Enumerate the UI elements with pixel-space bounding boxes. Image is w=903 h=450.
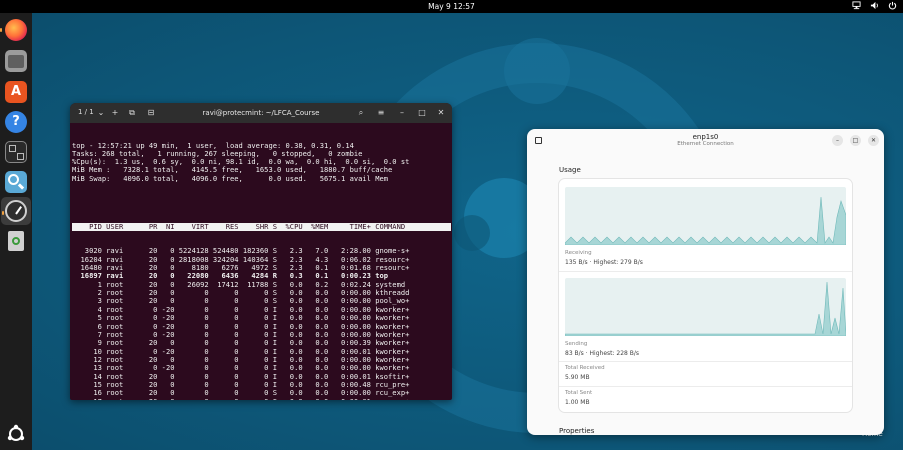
process-row: 15 root 20 0 0 0 0 I 0.0 0.0 0:00.48 rcu… <box>72 380 410 389</box>
process-row: 1 root 20 0 26092 17412 11788 S 0.0 0.2 … <box>72 280 406 289</box>
usage-card: Receiving 135 B/s · Highest: 279 B/s Sen… <box>559 179 852 412</box>
total-sent-label: Total Sent <box>565 390 593 396</box>
files-icon[interactable] <box>5 50 27 72</box>
process-row: 12 root 20 0 0 0 0 I 0.0 0.0 0:00.00 kwo… <box>72 355 410 364</box>
system-monitor-icon[interactable] <box>5 141 27 163</box>
dock: A ? <box>0 13 32 450</box>
process-row: 3 root 20 0 0 0 0 S 0.0 0.0 0:00.00 pool… <box>72 297 410 306</box>
network-title: enp1s0 <box>692 133 719 141</box>
help-icon[interactable]: ? <box>5 111 27 133</box>
sending-graph <box>564 278 847 337</box>
process-row: 16897 ravi 20 0 22080 6436 4284 R 0.3 0.… <box>72 272 389 281</box>
maximize-icon[interactable]: □ <box>850 135 861 146</box>
top-bar: May 9 12:57 <box>0 0 903 13</box>
total-received-value: 5.90 MB <box>565 374 590 381</box>
network-headerbar[interactable]: enp1s0 Ethernet Connection – □ ✕ <box>527 129 884 157</box>
top-summary: top - 12:57:21 up 49 min, 1 user, load a… <box>72 142 451 182</box>
sending-value: 83 B/s · Highest: 228 B/s <box>565 350 640 357</box>
close-icon[interactable]: ✕ <box>868 135 879 146</box>
process-row: 13 root 0 -20 0 0 0 I 0.0 0.0 0:00.00 kw… <box>72 364 410 373</box>
summary-line: MiB Mem : 7328.1 total, 4145.5 free, 165… <box>72 166 393 175</box>
process-row: 6 root 0 -20 0 0 0 I 0.0 0.0 0:00.00 kwo… <box>72 322 410 331</box>
maximize-icon[interactable]: □ <box>415 106 429 120</box>
app-center-icon[interactable]: A <box>5 81 27 103</box>
total-sent-value: 1.00 MB <box>565 399 590 406</box>
menu-icon[interactable]: ≡ <box>374 106 388 120</box>
process-row: 16204 ravi 20 0 2818008 324204 140364 S … <box>72 255 410 264</box>
network-window[interactable]: enp1s0 Ethernet Connection – □ ✕ Usage R… <box>527 129 884 435</box>
process-row: 4 root 0 -20 0 0 0 I 0.0 0.0 0:00.00 kwo… <box>72 305 410 314</box>
power-icon <box>888 1 897 10</box>
summary-line: %Cpu(s): 1.3 us, 0.6 sy, 0.0 ni, 98.1 id… <box>72 158 410 167</box>
process-row: 16 root 20 0 0 0 0 S 0.0 0.0 0:00.00 rcu… <box>72 389 410 398</box>
summary-line: MiB Swap: 4096.0 total, 4096.0 free, 0.0… <box>72 174 389 183</box>
terminal-headerbar[interactable]: 1 / 1 ⌄ + ⧉ ⊟ ravi@protecmint: ~/LFCA_Co… <box>70 103 452 123</box>
receiving-graph <box>564 187 847 246</box>
settings-icon[interactable] <box>2 200 27 222</box>
volume-icon <box>870 1 878 10</box>
summary-line: Tasks: 268 total, 1 running, 267 sleepin… <box>72 150 363 159</box>
receiving-value: 135 B/s · Highest: 279 B/s <box>565 259 643 266</box>
process-row: 14 root 20 0 0 0 0 I 0.0 0.0 0:00.01 kso… <box>72 372 410 381</box>
process-row: 3020 ravi 20 0 5224128 524480 182360 S 2… <box>72 247 410 256</box>
clock[interactable]: May 9 12:57 <box>0 2 903 11</box>
minimize-icon[interactable]: – <box>395 106 409 120</box>
magnifier-icon[interactable] <box>5 171 27 193</box>
process-table-header: PID USER PR NI VIRT RES SHR S %CPU %MEM … <box>72 223 451 232</box>
terminal-output[interactable]: top - 12:57:21 up 49 min, 1 user, load a… <box>70 123 452 400</box>
process-row: 7 root 0 -20 0 0 0 I 0.0 0.0 0:00.00 kwo… <box>72 330 410 339</box>
summary-line: top - 12:57:21 up 49 min, 1 user, load a… <box>72 142 354 151</box>
process-row: 5 root 0 -20 0 0 0 I 0.0 0.0 0:00.00 kwo… <box>72 314 410 323</box>
network-subtitle: Ethernet Connection <box>677 141 734 147</box>
usage-heading: Usage <box>559 166 581 174</box>
properties-heading: Properties <box>559 427 595 435</box>
process-row: 16480 ravi 20 0 8180 6276 4972 S 2.3 0.1… <box>72 264 410 273</box>
terminal-window[interactable]: 1 / 1 ⌄ + ⧉ ⊟ ravi@protecmint: ~/LFCA_Co… <box>70 103 452 400</box>
close-icon[interactable]: ✕ <box>434 106 448 120</box>
process-table: 3020 ravi 20 0 5224128 524480 182360 S 2… <box>72 247 451 400</box>
process-row: 2 root 20 0 0 0 0 S 0.0 0.0 0:00.00 kthr… <box>72 289 410 298</box>
total-received-label: Total Received <box>565 365 605 371</box>
minimize-icon[interactable]: – <box>832 135 843 146</box>
process-row: 17 root 20 0 0 0 0 S 0.0 0.0 0:00.01 rcu… <box>72 398 451 400</box>
process-row: 9 root 20 0 0 0 0 I 0.0 0.0 0:00.39 kwor… <box>72 339 410 348</box>
process-row: 10 root 0 -20 0 0 0 I 0.0 0.0 0:00.01 kw… <box>72 347 410 356</box>
search-icon[interactable]: ⌕ <box>354 106 368 120</box>
sending-label: Sending <box>565 341 588 347</box>
receiving-label: Receiving <box>565 250 592 256</box>
system-tray[interactable] <box>852 1 897 10</box>
trash-icon[interactable] <box>8 231 24 251</box>
show-apps-icon[interactable] <box>5 423 27 445</box>
firefox-icon[interactable] <box>0 19 27 41</box>
network-icon <box>852 1 861 10</box>
